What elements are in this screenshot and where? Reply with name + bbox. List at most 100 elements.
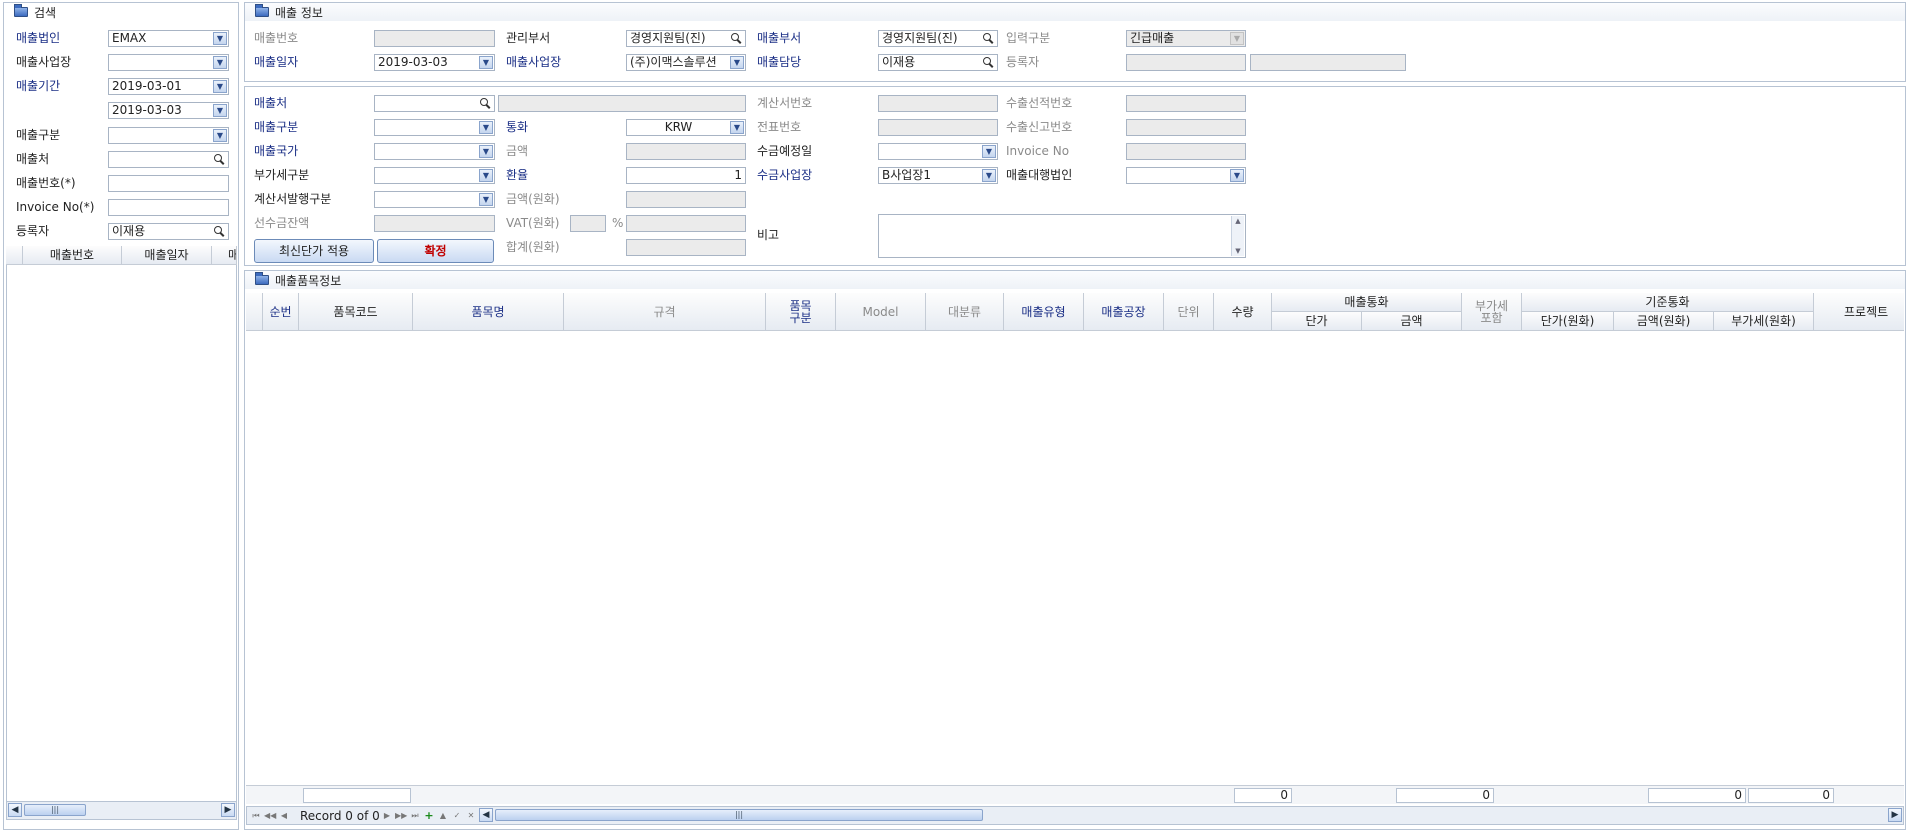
advance-label: 선수금잔액 xyxy=(254,216,310,230)
scrollbar-thumb[interactable]: ||| xyxy=(24,804,86,816)
agency-select[interactable]: ▼ xyxy=(1126,167,1246,184)
col-qty[interactable]: 수량 xyxy=(1214,293,1272,331)
search-panel-header: 검색 xyxy=(4,3,238,21)
collect-site-select[interactable]: B사업장1 ▼ xyxy=(878,167,998,184)
item-grid-body[interactable] xyxy=(246,331,1904,785)
chevron-down-icon[interactable]: ▼ xyxy=(213,32,227,45)
grid-scrollbar-thumb[interactable]: ||| xyxy=(495,809,983,821)
vat-type-select[interactable]: ▼ xyxy=(374,167,495,184)
currency-select[interactable]: KRW ▼ xyxy=(626,119,746,136)
sales-type-label: 매출구분 xyxy=(254,120,299,134)
list-col-sales-date[interactable]: 매출일자 xyxy=(122,246,212,265)
col-spec[interactable]: 규격 xyxy=(564,293,766,331)
chevron-down-icon[interactable]: ▼ xyxy=(213,104,227,117)
sales-site-select[interactable]: (주)이맥스솔루션 ▼ xyxy=(626,54,746,71)
site-select[interactable]: ▼ xyxy=(108,54,229,71)
invoice-input[interactable] xyxy=(108,199,229,216)
next-record-icon[interactable]: ▶ xyxy=(381,810,393,822)
col-unit-price[interactable]: 단가 xyxy=(1272,312,1362,331)
rate-input[interactable]: 1 xyxy=(626,167,746,184)
corp-select[interactable]: EMAX ▼ xyxy=(108,30,229,47)
col-category[interactable]: 대분류 xyxy=(926,293,1004,331)
period-from-date[interactable]: 2019-03-01 ▼ xyxy=(108,78,229,95)
up-icon[interactable]: ▲ xyxy=(437,810,449,822)
scroll-right-icon[interactable]: ▶ xyxy=(221,803,235,817)
chevron-down-icon[interactable]: ▼ xyxy=(479,193,493,206)
remark-scrollbar[interactable]: ▲ ▼ xyxy=(1231,216,1244,256)
chevron-down-icon[interactable]: ▼ xyxy=(479,56,493,69)
sales-type-select[interactable]: ▼ xyxy=(374,119,495,136)
col-amount-krw[interactable]: 금액(원화) xyxy=(1614,312,1714,331)
customer-search-input[interactable] xyxy=(108,151,229,168)
type-select[interactable]: ▼ xyxy=(108,127,229,144)
col-vat-krw[interactable]: 부가세(원화) xyxy=(1714,312,1814,331)
chevron-down-icon[interactable]: ▼ xyxy=(479,121,493,134)
rate-label: 환율 xyxy=(506,168,529,182)
col-seq[interactable]: 순번 xyxy=(263,293,299,331)
search-icon[interactable] xyxy=(214,226,225,237)
sales-date-picker[interactable]: 2019-03-03 ▼ xyxy=(374,54,495,71)
country-select[interactable]: ▼ xyxy=(374,143,495,160)
chevron-down-icon[interactable]: ▼ xyxy=(982,145,996,158)
col-factory[interactable]: 매출공장 xyxy=(1084,293,1164,331)
col-model[interactable]: Model xyxy=(836,293,926,331)
search-icon[interactable] xyxy=(480,98,491,109)
search-result-list[interactable] xyxy=(6,265,237,801)
col-project[interactable]: 프로젝트 xyxy=(1814,293,1904,331)
col-unit[interactable]: 단위 xyxy=(1164,293,1214,331)
remark-textarea[interactable]: ▲ ▼ xyxy=(878,214,1246,258)
search-icon[interactable] xyxy=(983,33,994,44)
search-icon[interactable] xyxy=(214,154,225,165)
sales-no-input[interactable] xyxy=(108,175,229,192)
col-item-code[interactable]: 품목코드 xyxy=(299,293,413,331)
first-record-icon[interactable]: ⏮ xyxy=(250,810,262,822)
sales-dept-search-input[interactable]: 경영지원팀(진) xyxy=(878,30,998,47)
chevron-down-icon[interactable]: ▼ xyxy=(1230,169,1244,182)
prev-page-icon[interactable]: ◀◀ xyxy=(264,810,276,822)
list-col-sales-no[interactable]: 매출번호 xyxy=(23,246,122,265)
scroll-right-icon[interactable]: ▶ xyxy=(1888,808,1902,822)
col-item-type[interactable]: 품목 구분 xyxy=(766,293,836,331)
summary-qty: 0 xyxy=(1234,788,1292,803)
chevron-down-icon[interactable]: ▼ xyxy=(982,169,996,182)
chevron-down-icon[interactable]: ▼ xyxy=(213,129,227,142)
sales-manager-label: 매출담당 xyxy=(757,55,802,69)
issue-type-select[interactable]: ▼ xyxy=(374,191,495,208)
registrant-search-input[interactable]: 이재용 xyxy=(108,223,229,240)
mgmt-dept-search-input[interactable]: 경영지원팀(진) xyxy=(626,30,746,47)
sales-manager-search-input[interactable]: 이재용 xyxy=(878,54,998,71)
chevron-down-icon: ▼ xyxy=(1230,32,1244,45)
search-icon[interactable] xyxy=(731,33,742,44)
list-horizontal-scrollbar[interactable]: ◀ ||| ▶ xyxy=(6,801,237,820)
scroll-left-icon[interactable]: ◀ xyxy=(479,808,493,822)
next-page-icon[interactable]: ▶▶ xyxy=(395,810,407,822)
last-record-icon[interactable]: ⏭ xyxy=(409,810,421,822)
chevron-down-icon[interactable]: ▼ xyxy=(213,56,227,69)
check-icon[interactable]: ✓ xyxy=(451,810,463,822)
col-item-name[interactable]: 품목명 xyxy=(413,293,564,331)
chevron-down-icon[interactable]: ▼ xyxy=(730,56,744,69)
col-sales-type[interactable]: 매출유형 xyxy=(1004,293,1084,331)
vat-pct-label: % xyxy=(612,216,624,230)
col-unit-price-krw[interactable]: 단가(원화) xyxy=(1522,312,1614,331)
chevron-down-icon[interactable]: ▼ xyxy=(479,169,493,182)
col-amount[interactable]: 금액 xyxy=(1362,312,1462,331)
add-record-icon[interactable]: + xyxy=(423,810,435,822)
period-to-date[interactable]: 2019-03-03 ▼ xyxy=(108,102,229,119)
chevron-down-icon[interactable]: ▼ xyxy=(213,80,227,93)
search-icon[interactable] xyxy=(983,57,994,68)
chevron-down-icon[interactable]: ▼ xyxy=(730,121,744,134)
customer-search-input[interactable] xyxy=(374,95,495,112)
confirm-button[interactable]: 확정 xyxy=(377,239,494,263)
folder-icon xyxy=(255,272,269,285)
scroll-down-icon[interactable]: ▼ xyxy=(1232,246,1244,256)
cancel-icon[interactable]: ✕ xyxy=(465,810,477,822)
chevron-down-icon[interactable]: ▼ xyxy=(479,145,493,158)
collect-date-picker[interactable]: ▼ xyxy=(878,143,998,160)
list-col-partial[interactable]: 매 xyxy=(212,246,237,265)
prev-record-icon[interactable]: ◀ xyxy=(278,810,290,822)
scroll-up-icon[interactable]: ▲ xyxy=(1232,216,1244,226)
apply-latest-price-button[interactable]: 최신단가 적용 xyxy=(254,239,374,263)
col-vat-included[interactable]: 부가세 포함 xyxy=(1462,293,1522,331)
scroll-left-icon[interactable]: ◀ xyxy=(8,803,22,817)
